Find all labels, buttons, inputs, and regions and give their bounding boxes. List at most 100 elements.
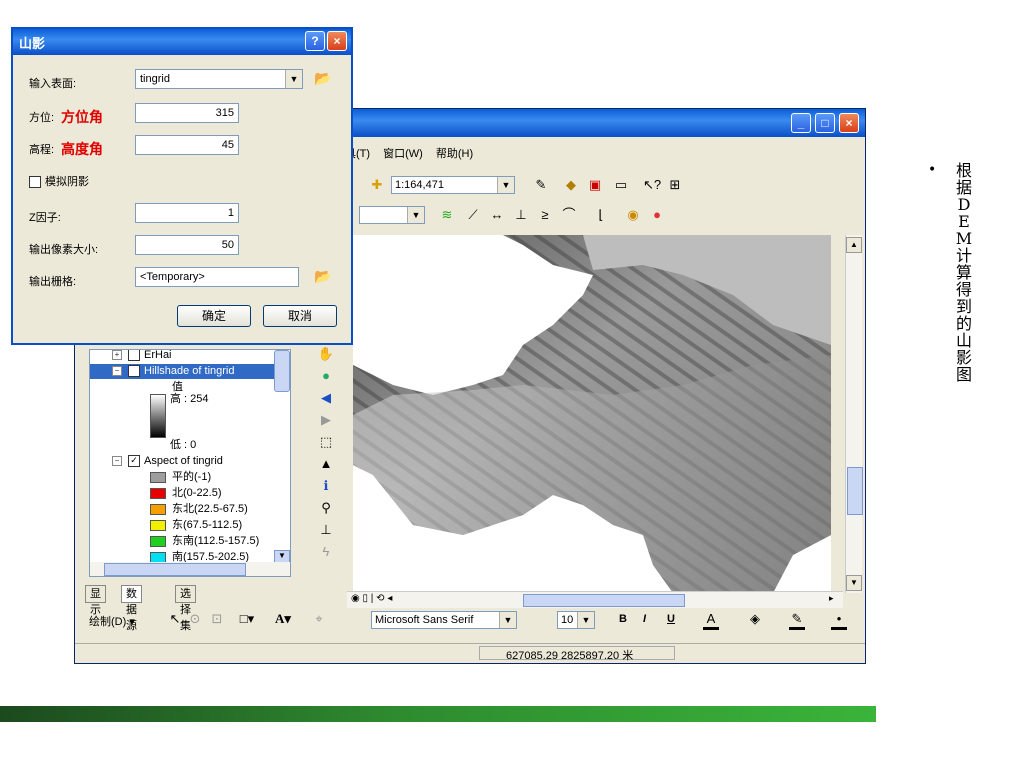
- layer-checkbox[interactable]: ✓: [128, 455, 140, 468]
- find-icon[interactable]: ⚲: [317, 499, 335, 517]
- azimuth-input[interactable]: 315: [135, 103, 239, 123]
- shadow-checkbox[interactable]: [29, 176, 41, 189]
- scroll-thumb[interactable]: [847, 467, 863, 515]
- toc-hscrollbar[interactable]: [90, 562, 290, 576]
- toc-layer-erhai[interactable]: + ErHai: [112, 350, 172, 363]
- tab-display[interactable]: 显示: [85, 585, 106, 616]
- globe-icon[interactable]: ●: [649, 207, 665, 223]
- maximize-button[interactable]: □: [815, 113, 835, 133]
- layer-name: Hillshade of tingrid: [144, 365, 235, 377]
- open-folder-icon[interactable]: 📂: [311, 67, 335, 89]
- tab-source[interactable]: 数据源: [121, 585, 142, 632]
- aspect-swatch: [150, 503, 166, 515]
- scale-combo[interactable]: 1:164,471 ▼: [391, 176, 515, 194]
- hyperlink-icon[interactable]: ϟ: [317, 543, 335, 561]
- collapse-icon[interactable]: −: [112, 456, 122, 467]
- ok-button[interactable]: 确定: [177, 305, 251, 327]
- altitude-input[interactable]: 45: [135, 135, 239, 155]
- scroll-up-icon[interactable]: ▲: [846, 237, 862, 253]
- hscroll-thumb[interactable]: [523, 594, 685, 607]
- zoom-in-icon[interactable]: ⊞: [667, 177, 683, 193]
- toc-scroll-thumb[interactable]: [274, 350, 290, 392]
- select-pointer-icon[interactable]: ↖: [167, 611, 183, 627]
- scale-value: 1:164,471: [395, 179, 444, 191]
- toolbox-icon[interactable]: ▣: [587, 177, 603, 193]
- open-folder-icon[interactable]: 📂: [311, 265, 335, 287]
- profile-icon[interactable]: ⊥: [513, 207, 529, 223]
- select-elements-icon[interactable]: ▲: [317, 455, 335, 473]
- text-icon[interactable]: A▾: [275, 611, 291, 627]
- scroll-down-icon[interactable]: ▼: [846, 575, 862, 591]
- line-color-icon[interactable]: ✎: [789, 611, 805, 630]
- chevron-down-icon: ▼: [407, 207, 424, 223]
- cancel-button[interactable]: 取消: [263, 305, 337, 327]
- view-toggle-icon[interactable]: ◉ ▯ | ⟲ ◂: [351, 593, 392, 604]
- fill-color-icon[interactable]: ◈: [747, 611, 763, 627]
- identify-icon[interactable]: ℹ: [317, 477, 335, 495]
- dialog-close-button[interactable]: ×: [327, 31, 347, 51]
- altitude-annotation: 高度角: [61, 141, 103, 157]
- font-color-icon[interactable]: A: [703, 611, 719, 630]
- command-line-icon[interactable]: ▭: [613, 177, 629, 193]
- tools-toolbar: ✋ ● ◀ ▶ ⬚ ▲ ℹ ⚲ ⊥ ϟ: [315, 345, 339, 585]
- close-button[interactable]: ×: [839, 113, 859, 133]
- map-display[interactable]: [353, 235, 831, 593]
- rotate-icon[interactable]: ⊙: [187, 611, 203, 627]
- toc-layer-hillshade[interactable]: − ✓ Hillshade of tingrid: [90, 364, 290, 379]
- zfactor-input[interactable]: 1: [135, 203, 239, 223]
- catalog-icon[interactable]: ◆: [563, 177, 579, 193]
- size-combo[interactable]: 10 ▼: [557, 611, 595, 629]
- shadow-option[interactable]: 模拟阴影: [29, 173, 89, 189]
- layer-checkbox[interactable]: ✓: [128, 365, 140, 378]
- tab-selection[interactable]: 选择集: [175, 585, 196, 632]
- marker-color-icon[interactable]: •: [831, 611, 847, 630]
- underline-button[interactable]: U: [667, 613, 675, 625]
- italic-button[interactable]: I: [643, 613, 646, 625]
- legend-low-label: 低 : 0: [170, 439, 197, 451]
- toc-layer-aspect[interactable]: − ✓ Aspect of tingrid: [112, 454, 223, 469]
- menu-window[interactable]: 窗口(W): [383, 148, 423, 160]
- full-extent-icon[interactable]: ●: [317, 367, 335, 385]
- zoom-whole-icon[interactable]: ⊡: [209, 611, 225, 627]
- input-surface-select[interactable]: tingrid ▼: [135, 69, 303, 89]
- aspect-class-label: 东南(112.5-157.5): [172, 535, 260, 547]
- map-horizontal-scrollbar[interactable]: ◉ ▯ | ⟲ ◂ ▸: [347, 591, 843, 608]
- interpolate-icon[interactable]: ≥: [537, 207, 553, 223]
- bullet-text: 根据DEM计算得到的山影图: [955, 161, 973, 384]
- scroll-right-icon[interactable]: ▸: [829, 593, 834, 604]
- draw-menu[interactable]: 绘制(D) ▾: [89, 613, 135, 629]
- arcscene-icon[interactable]: ◉: [625, 207, 641, 223]
- bold-button[interactable]: B: [619, 613, 627, 625]
- graph-icon[interactable]: ⌊: [593, 207, 609, 223]
- toc-hscroll-thumb[interactable]: [104, 563, 246, 576]
- add-data-icon[interactable]: ✚: [369, 177, 385, 193]
- layer-combo[interactable]: ▼: [359, 206, 425, 224]
- collapse-icon[interactable]: −: [112, 366, 122, 377]
- forward-icon[interactable]: ▶: [317, 411, 335, 429]
- steepest-path-icon[interactable]: ⟋: [465, 207, 481, 223]
- minimize-button[interactable]: _: [791, 113, 811, 133]
- font-combo[interactable]: Microsoft Sans Serif ▼: [371, 611, 517, 629]
- spline-text-icon[interactable]: ⌖: [311, 611, 327, 627]
- select-features-icon[interactable]: ⬚: [317, 433, 335, 451]
- aspect-class-item: 东(67.5-112.5): [150, 518, 242, 533]
- help-button[interactable]: ?: [305, 31, 325, 51]
- expand-icon[interactable]: +: [112, 350, 122, 361]
- aspect-class-label: 平的(-1): [172, 471, 212, 483]
- map-vertical-scrollbar[interactable]: ▲ ▼: [845, 235, 863, 593]
- editor-icon[interactable]: ✎: [533, 177, 549, 193]
- output-raster-input[interactable]: <Temporary>: [135, 267, 299, 287]
- whats-this-icon[interactable]: ↖?: [643, 177, 661, 193]
- histogram-icon[interactable]: ⌒: [561, 207, 577, 223]
- standard-toolbar: ✚ 1:164,471 ▼ ✎ ◆ ▣ ▭ ↖? ⊞: [353, 173, 753, 197]
- back-icon[interactable]: ◀: [317, 389, 335, 407]
- line-of-sight-icon[interactable]: ↔: [489, 207, 505, 223]
- cellsize-input[interactable]: 50: [135, 235, 239, 255]
- rectangle-icon[interactable]: □▾: [239, 611, 255, 627]
- contour-icon[interactable]: ≋: [439, 207, 455, 223]
- menu-help[interactable]: 帮助(H): [436, 148, 473, 160]
- pan-icon[interactable]: ✋: [317, 345, 335, 363]
- measure-icon[interactable]: ⊥: [317, 521, 335, 539]
- azimuth-annotation: 方位角: [61, 109, 103, 125]
- layer-checkbox[interactable]: [128, 350, 140, 362]
